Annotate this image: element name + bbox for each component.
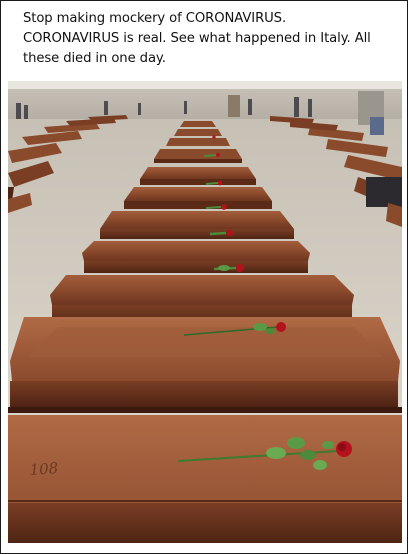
- caption-line-2: CORONAVIRUS is real. See what happened i…: [23, 31, 371, 46]
- caption-line-3: these died in one day.: [23, 51, 166, 66]
- coffins-photo: 108: [8, 81, 402, 543]
- coffins-photo-illustration: 108: [8, 81, 402, 543]
- caption-line-1: Stop making mockery of CORONAVIRUS.: [23, 11, 287, 26]
- post-caption: Stop making mockery of CORONAVIRUS. CORO…: [23, 9, 399, 69]
- coffin-number-marking: 108: [29, 459, 59, 479]
- post-card: Stop making mockery of CORONAVIRUS. CORO…: [0, 0, 408, 554]
